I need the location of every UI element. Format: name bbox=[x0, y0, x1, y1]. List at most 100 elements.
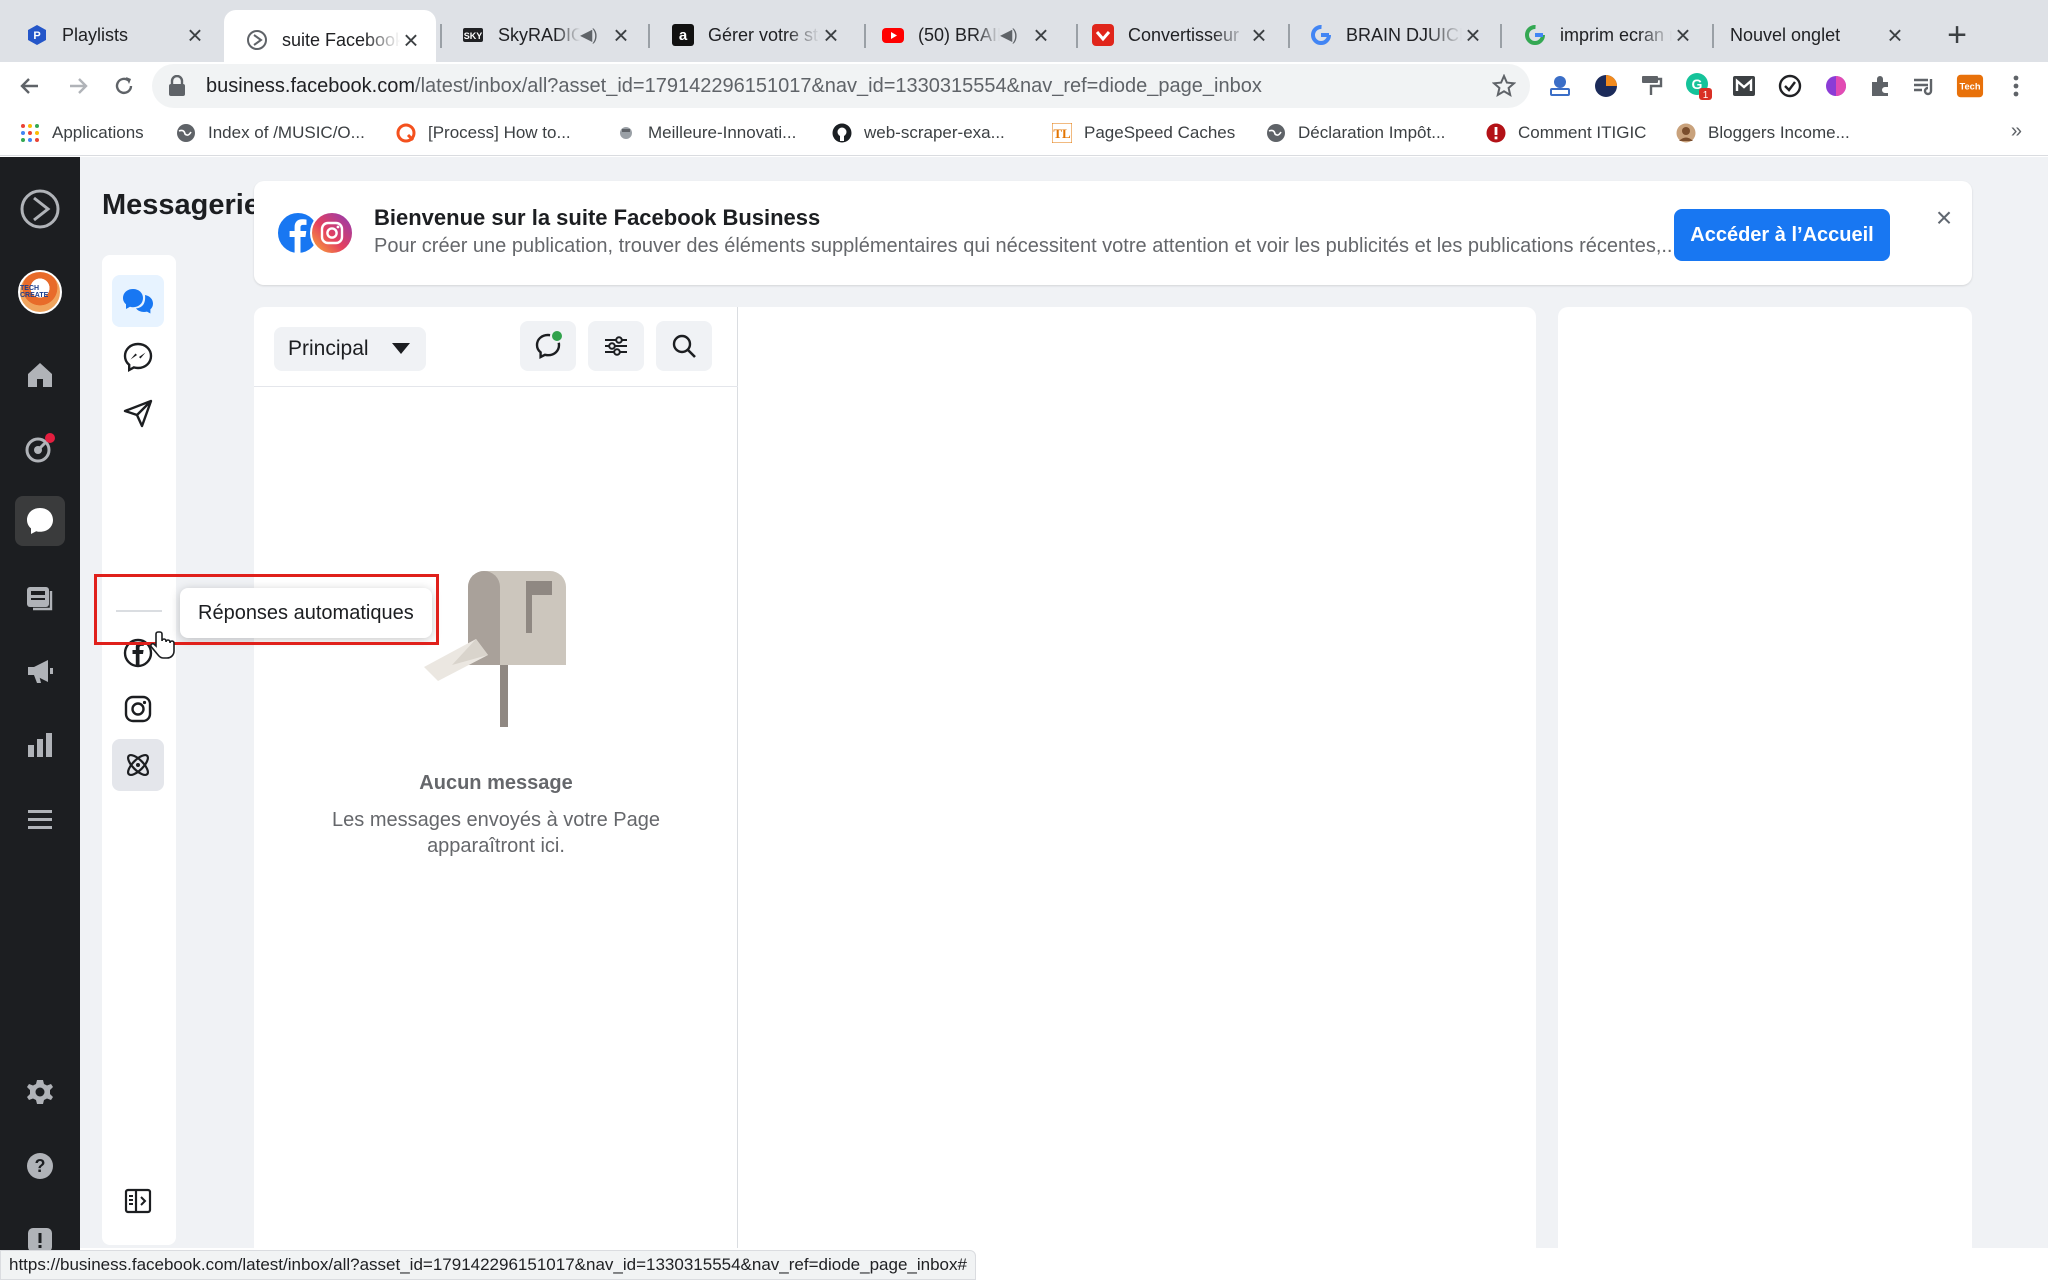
audio-playing-icon[interactable]: ◀) bbox=[1000, 25, 1020, 45]
extension-paint-roller-icon[interactable] bbox=[1638, 72, 1666, 100]
folder-select[interactable]: Principal bbox=[274, 327, 426, 371]
extension-save-icon[interactable] bbox=[1546, 72, 1574, 100]
bookmark-comment-itigic[interactable]: Comment ITIGIC bbox=[1486, 118, 1646, 148]
close-tab-icon[interactable]: × bbox=[610, 22, 632, 48]
bookmark-pagespeed[interactable]: TL PageSpeed Caches bbox=[1052, 118, 1235, 148]
extension-grammarly-icon[interactable]: G1 bbox=[1684, 72, 1712, 100]
search-button[interactable] bbox=[656, 321, 712, 371]
main-content: Messagerie Bienvenue sur la suite Facebo… bbox=[80, 157, 2048, 1248]
close-tab-icon[interactable]: × bbox=[1030, 22, 1052, 48]
banner-title: Bienvenue sur la suite Facebook Business bbox=[374, 205, 821, 230]
insights-chart-icon[interactable] bbox=[15, 720, 65, 770]
bookmark-bloggers-income[interactable]: Bloggers Income... bbox=[1676, 118, 1850, 148]
empty-state-title: Aucun message bbox=[419, 772, 573, 794]
bookmark-applications[interactable]: Applications bbox=[20, 118, 144, 148]
sent-paper-plane-icon[interactable] bbox=[112, 387, 164, 439]
welcome-banner: Bienvenue sur la suite Facebook Business… bbox=[254, 181, 1972, 285]
youtube-favicon bbox=[882, 24, 904, 46]
tab-title: Playlists bbox=[62, 24, 129, 45]
bookmark-process[interactable]: [Process] How to... bbox=[396, 118, 571, 148]
tab-amazon[interactable]: a Gérer votre sto × bbox=[650, 10, 856, 60]
close-tab-icon[interactable]: × bbox=[1672, 22, 1694, 48]
tab-title: Nouvel onglet bbox=[1730, 24, 1841, 45]
forward-button[interactable] bbox=[62, 70, 94, 102]
tab-nouvel-onglet[interactable]: Nouvel onglet × bbox=[1714, 10, 1920, 60]
close-tab-icon[interactable]: × bbox=[1248, 22, 1270, 48]
messenger-icon[interactable] bbox=[112, 331, 164, 383]
page-title: Messagerie bbox=[102, 189, 260, 221]
posts-icon[interactable] bbox=[15, 572, 65, 622]
bookmark-label: Index of /MUSIC/O... bbox=[208, 123, 365, 142]
extension-sphere-icon[interactable] bbox=[1592, 72, 1620, 100]
google-favicon bbox=[1524, 24, 1546, 46]
url-host: business.facebook.com bbox=[206, 74, 416, 97]
bookmarks-overflow-icon[interactable]: » bbox=[2011, 120, 2022, 143]
extension-m-icon[interactable] bbox=[1730, 72, 1758, 100]
svg-text:SKY: SKY bbox=[464, 31, 483, 41]
tab-youtube[interactable]: (50) BRAIN ◀) × bbox=[860, 10, 1066, 60]
extension-color-icon[interactable] bbox=[1822, 72, 1850, 100]
tab-playlists[interactable]: P Playlists × bbox=[4, 10, 220, 60]
bookmark-star-icon[interactable] bbox=[1492, 74, 1516, 98]
ads-megaphone-icon[interactable] bbox=[15, 646, 65, 696]
close-banner-icon[interactable]: × bbox=[1929, 202, 1959, 233]
new-tab-button[interactable]: + bbox=[1940, 18, 1974, 52]
business-suite-logo-icon[interactable] bbox=[15, 184, 65, 234]
tab-title: (50) BRAIN bbox=[918, 24, 1000, 45]
settings-gear-icon[interactable] bbox=[15, 1067, 65, 1117]
process-icon bbox=[396, 123, 416, 143]
bookmarks-bar: Applications Index of /MUSIC/O... [Proce… bbox=[0, 110, 2048, 156]
extension-check-icon[interactable] bbox=[1776, 72, 1804, 100]
apps-grid-icon bbox=[20, 123, 40, 143]
browser-menu-icon[interactable] bbox=[2002, 72, 2030, 100]
close-tab-icon[interactable]: × bbox=[1884, 22, 1906, 48]
globe-icon bbox=[1266, 123, 1286, 143]
inbox-nav-icon[interactable] bbox=[15, 496, 65, 546]
tab-title: Gérer votre sto bbox=[708, 24, 820, 45]
tab-brain-djuice[interactable]: BRAIN DJUICE × bbox=[1288, 10, 1498, 60]
all-tools-menu-icon[interactable] bbox=[15, 794, 65, 844]
tab-skyradio[interactable]: SKY SkyRADIO ◀) × bbox=[440, 10, 646, 60]
bookmark-declaration-impot[interactable]: Déclaration Impôt... bbox=[1266, 118, 1445, 148]
browser-toolbar: business.facebook.com/latest/inbox/all?a… bbox=[0, 62, 2048, 110]
tab-business-suite[interactable]: suite Facebook × bbox=[224, 10, 436, 70]
tab-convertisseur[interactable]: Convertisseur × bbox=[1070, 10, 1284, 60]
audio-playing-icon[interactable]: ◀) bbox=[580, 25, 600, 45]
bookmark-index-music[interactable]: Index of /MUSIC/O... bbox=[176, 118, 365, 148]
svg-text:P: P bbox=[33, 30, 40, 42]
tab-imprim-ecran[interactable]: imprim ecran n × bbox=[1502, 10, 1708, 60]
filter-button[interactable] bbox=[588, 321, 644, 371]
collapse-panel-icon[interactable] bbox=[112, 1175, 164, 1227]
home-icon[interactable] bbox=[15, 350, 65, 400]
all-messages-icon[interactable] bbox=[112, 275, 164, 327]
tab-separator bbox=[648, 24, 650, 48]
help-icon[interactable]: ? bbox=[15, 1141, 65, 1191]
forward-arrow-icon bbox=[70, 78, 88, 94]
extensions-puzzle-icon[interactable] bbox=[1866, 72, 1894, 100]
amazon-favicon: a bbox=[672, 24, 694, 46]
bookmark-web-scraper[interactable]: web-scraper-exa... bbox=[832, 118, 1005, 148]
close-tab-icon[interactable]: × bbox=[184, 22, 206, 48]
pagespeed-icon: TL bbox=[1052, 123, 1072, 143]
instagram-icon[interactable] bbox=[112, 683, 164, 735]
address-url[interactable]: business.facebook.com/latest/inbox/all?a… bbox=[206, 75, 1262, 98]
tab-title: imprim ecran n bbox=[1560, 24, 1672, 45]
lock-icon[interactable] bbox=[168, 75, 192, 97]
close-tab-icon[interactable]: × bbox=[400, 27, 422, 53]
address-bar[interactable]: business.facebook.com/latest/inbox/all?a… bbox=[152, 64, 1530, 108]
notifications-icon[interactable] bbox=[15, 424, 65, 474]
highlight-annotation-box bbox=[94, 574, 439, 645]
close-tab-icon[interactable]: × bbox=[820, 22, 842, 48]
reload-button[interactable] bbox=[108, 70, 140, 102]
automated-responses-icon[interactable] bbox=[112, 739, 164, 791]
go-to-home-button[interactable]: Accéder à l’Accueil bbox=[1674, 209, 1890, 261]
page-avatar[interactable]: TECH CREATE bbox=[18, 270, 62, 314]
profile-avatar-icon[interactable]: Tech bbox=[1956, 72, 1984, 100]
close-tab-icon[interactable]: × bbox=[1462, 22, 1484, 48]
reading-list-icon[interactable] bbox=[1910, 72, 1938, 100]
tab-separator bbox=[1500, 24, 1502, 48]
google-favicon bbox=[1310, 24, 1332, 46]
bookmark-meilleure-innovation[interactable]: Meilleure-Innovati... bbox=[616, 118, 796, 148]
back-button[interactable] bbox=[14, 70, 46, 102]
new-message-button[interactable] bbox=[520, 321, 576, 371]
